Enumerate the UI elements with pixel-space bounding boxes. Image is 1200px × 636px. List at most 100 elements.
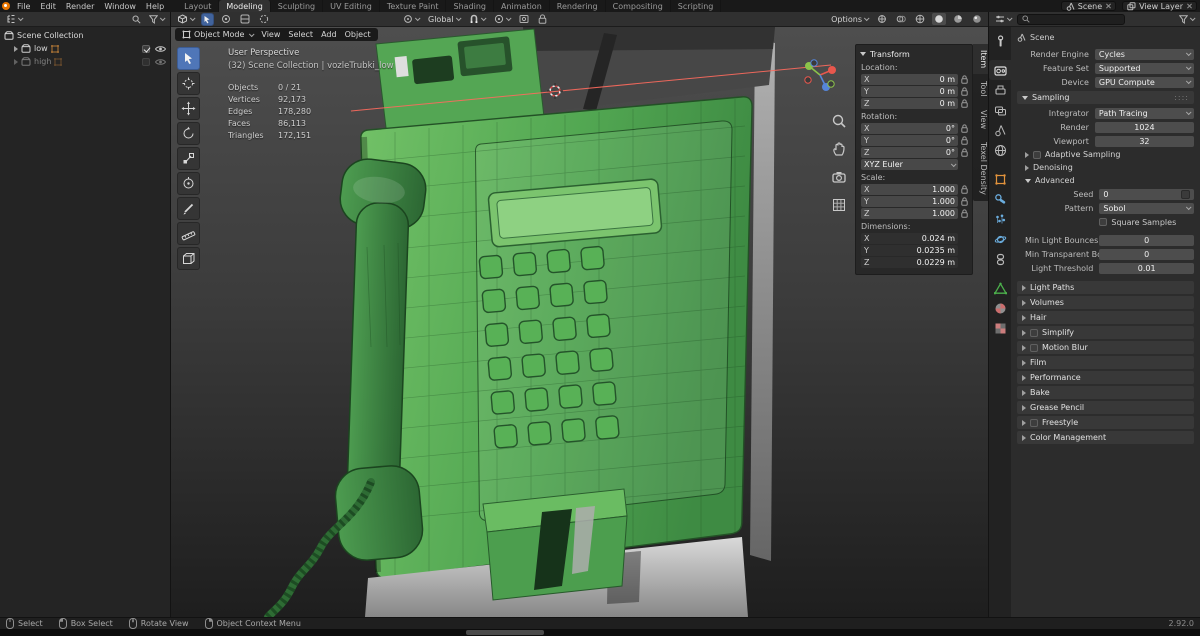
menu-edit[interactable]: Edit bbox=[35, 0, 61, 12]
outliner-editor-type-button[interactable] bbox=[4, 13, 24, 25]
dimensions-z-field[interactable]: Z 0.0229 m bbox=[861, 257, 958, 268]
menu-view[interactable]: View bbox=[261, 30, 280, 39]
rotate-tool[interactable] bbox=[177, 122, 200, 145]
camera-view-icon[interactable] bbox=[831, 169, 847, 185]
lock-icon[interactable] bbox=[961, 99, 968, 108]
gizmos-toggle-icon[interactable] bbox=[257, 13, 271, 25]
render-region-icon[interactable] bbox=[517, 13, 531, 25]
lock-icon[interactable] bbox=[961, 197, 968, 206]
transform-tool[interactable] bbox=[177, 172, 200, 195]
tab-physics-properties[interactable] bbox=[989, 229, 1011, 249]
adaptive-sampling-subpanel[interactable]: Adaptive Sampling bbox=[1017, 148, 1194, 161]
location-z-field[interactable]: Z0 m bbox=[861, 98, 958, 109]
show-gizmo-icon[interactable] bbox=[875, 13, 889, 25]
lock-icon[interactable] bbox=[961, 209, 968, 218]
collection-checkbox[interactable] bbox=[142, 44, 150, 53]
workspace-tab-rendering[interactable]: Rendering bbox=[550, 0, 606, 12]
menu-file[interactable]: File bbox=[12, 0, 35, 12]
section-freestyle[interactable]: Freestyle bbox=[1017, 416, 1194, 429]
pattern-dropdown[interactable]: Sobol bbox=[1099, 202, 1194, 214]
expand-icon[interactable] bbox=[14, 45, 18, 52]
options-dropdown[interactable]: Options bbox=[829, 14, 870, 25]
sidebar-tab-texel-density[interactable]: Texel Density bbox=[973, 136, 988, 201]
outliner-scene-collection[interactable]: Scene Collection bbox=[0, 29, 170, 42]
menu-help[interactable]: Help bbox=[141, 0, 169, 12]
tab-material-properties[interactable] bbox=[989, 298, 1011, 318]
section-performance[interactable]: Performance bbox=[1017, 371, 1194, 384]
blender-logo-icon[interactable] bbox=[0, 0, 12, 12]
zoom-icon[interactable] bbox=[831, 113, 847, 129]
tab-output-properties[interactable] bbox=[989, 80, 1011, 100]
collection-checkbox[interactable] bbox=[142, 57, 150, 66]
menu-render[interactable]: Render bbox=[61, 0, 99, 12]
navigation-gizmo[interactable] bbox=[800, 55, 840, 95]
properties-search-input[interactable] bbox=[1017, 13, 1125, 25]
outliner-item-high[interactable]: high bbox=[0, 55, 170, 68]
payphone-coin-tray[interactable] bbox=[482, 488, 628, 601]
tab-tool-properties[interactable] bbox=[989, 31, 1011, 51]
section-grease-pencil[interactable]: Grease Pencil bbox=[1017, 401, 1194, 414]
active-tool-icon[interactable] bbox=[201, 12, 214, 26]
transform-orientation-dropdown[interactable]: Global bbox=[426, 14, 462, 25]
location-y-field[interactable]: Y0 m bbox=[861, 86, 958, 97]
sidebar-tab-view[interactable]: View bbox=[973, 104, 988, 135]
measure-tool[interactable] bbox=[177, 222, 200, 245]
lock-icon[interactable] bbox=[961, 148, 968, 157]
tab-texture-properties[interactable] bbox=[989, 318, 1011, 338]
lock-icon[interactable] bbox=[961, 185, 968, 194]
denoising-subpanel[interactable]: Denoising bbox=[1017, 161, 1194, 174]
tab-world-properties[interactable] bbox=[989, 140, 1011, 160]
pan-hand-icon[interactable] bbox=[831, 141, 847, 157]
tab-object-data-properties[interactable] bbox=[989, 278, 1011, 298]
shading-solid-icon[interactable] bbox=[932, 13, 946, 25]
render-engine-dropdown[interactable]: Cycles bbox=[1094, 48, 1194, 60]
scale-z-field[interactable]: Z 1.000 bbox=[861, 208, 958, 219]
perspective-toggle-icon[interactable] bbox=[831, 197, 847, 213]
shading-material-icon[interactable] bbox=[951, 13, 965, 25]
workspace-tab-scripting[interactable]: Scripting bbox=[671, 0, 722, 12]
simplify-checkbox[interactable] bbox=[1030, 328, 1038, 337]
outliner-item-low[interactable]: low bbox=[0, 42, 170, 55]
tab-modifier-properties[interactable] bbox=[989, 189, 1011, 209]
min-transparent-bounces-field[interactable]: 0 bbox=[1099, 248, 1194, 260]
cursor-tool[interactable] bbox=[177, 72, 200, 95]
section-color-management[interactable]: Color Management bbox=[1017, 431, 1194, 444]
freestyle-checkbox[interactable] bbox=[1030, 418, 1038, 427]
rotation-x-field[interactable]: X 0° bbox=[861, 123, 958, 134]
transform-pivot-button[interactable] bbox=[401, 13, 421, 25]
workspace-tab-layout[interactable]: Layout bbox=[177, 0, 220, 12]
tab-view-layer-properties[interactable] bbox=[989, 100, 1011, 120]
dimensions-y-field[interactable]: Y 0.0235 m bbox=[861, 245, 958, 256]
move-tool[interactable] bbox=[177, 97, 200, 120]
lock-icon[interactable] bbox=[961, 124, 968, 133]
seed-field[interactable]: 0 bbox=[1099, 188, 1194, 200]
scale-x-field[interactable]: X 1.000 bbox=[861, 184, 958, 195]
rotation-mode-dropdown[interactable]: XYZ Euler bbox=[861, 159, 958, 170]
device-dropdown[interactable]: GPU Compute bbox=[1094, 76, 1194, 88]
annotate-tool[interactable] bbox=[177, 197, 200, 220]
scene-selector[interactable]: Scene bbox=[1060, 1, 1117, 11]
scale-y-field[interactable]: Y 1.000 bbox=[861, 196, 958, 207]
outliner-search-button[interactable] bbox=[130, 14, 143, 25]
shading-rendered-icon[interactable] bbox=[970, 13, 984, 25]
feature-set-dropdown[interactable]: Supported bbox=[1094, 62, 1194, 74]
sampling-panel-header[interactable]: Sampling :::: bbox=[1017, 91, 1194, 104]
outliner-filter-button[interactable] bbox=[147, 14, 166, 25]
tab-render-properties[interactable] bbox=[989, 60, 1011, 80]
samples-viewport-field[interactable]: 32 bbox=[1094, 135, 1194, 147]
adaptive-sampling-checkbox[interactable] bbox=[1033, 150, 1041, 159]
section-simplify[interactable]: Simplify bbox=[1017, 326, 1194, 339]
expand-icon[interactable] bbox=[14, 58, 18, 65]
visibility-toggle-icon[interactable] bbox=[238, 13, 252, 25]
breadcrumb-scene[interactable]: Scene bbox=[1030, 33, 1054, 42]
dimensions-x-field[interactable]: X 0.024 m bbox=[861, 233, 958, 244]
view-layer-selector[interactable]: View Layer bbox=[1122, 1, 1197, 11]
show-overlays-icon[interactable] bbox=[894, 13, 908, 25]
motion-blur-checkbox[interactable] bbox=[1030, 343, 1038, 352]
snap-toggle-button[interactable] bbox=[467, 13, 487, 25]
eye-icon[interactable] bbox=[155, 45, 166, 53]
location-x-field[interactable]: X0 m bbox=[861, 74, 958, 85]
mode-dropdown[interactable]: Object Mode bbox=[182, 30, 255, 39]
advanced-subpanel[interactable]: Advanced bbox=[1017, 174, 1194, 187]
samples-render-field[interactable]: 1024 bbox=[1094, 121, 1194, 133]
